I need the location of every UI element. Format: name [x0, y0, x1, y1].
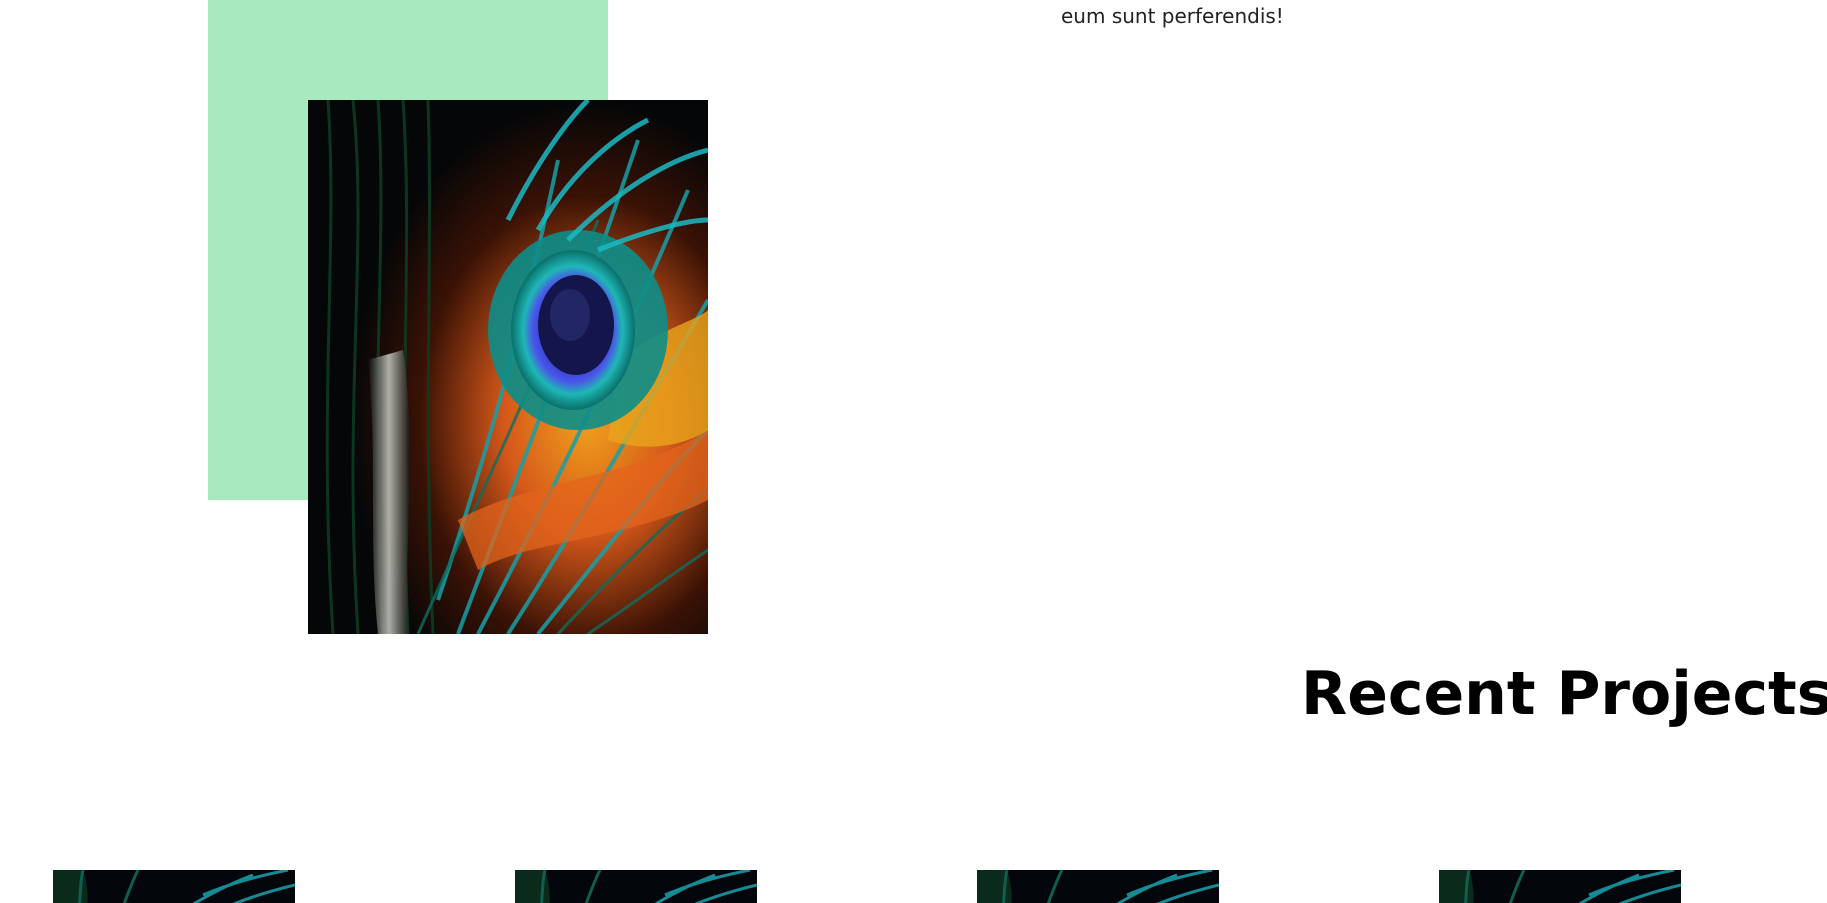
peacock-feather-thumbnail-icon — [515, 870, 757, 903]
project-card-3[interactable] — [977, 870, 1219, 903]
project-card-2[interactable] — [515, 870, 757, 903]
page: eum sunt perferendis! Recent Projects — [0, 0, 1827, 903]
peacock-feather-icon — [308, 100, 708, 634]
feature-photo — [308, 100, 708, 634]
about-text: eum sunt perferendis! — [1061, 4, 1284, 28]
peacock-feather-thumbnail-icon — [1439, 870, 1681, 903]
project-card-1[interactable] — [53, 870, 295, 903]
recent-projects-title: Recent Projects — [1301, 659, 1827, 729]
project-card-4[interactable] — [1439, 870, 1681, 903]
peacock-feather-thumbnail-icon — [53, 870, 295, 903]
peacock-feather-thumbnail-icon — [977, 870, 1219, 903]
